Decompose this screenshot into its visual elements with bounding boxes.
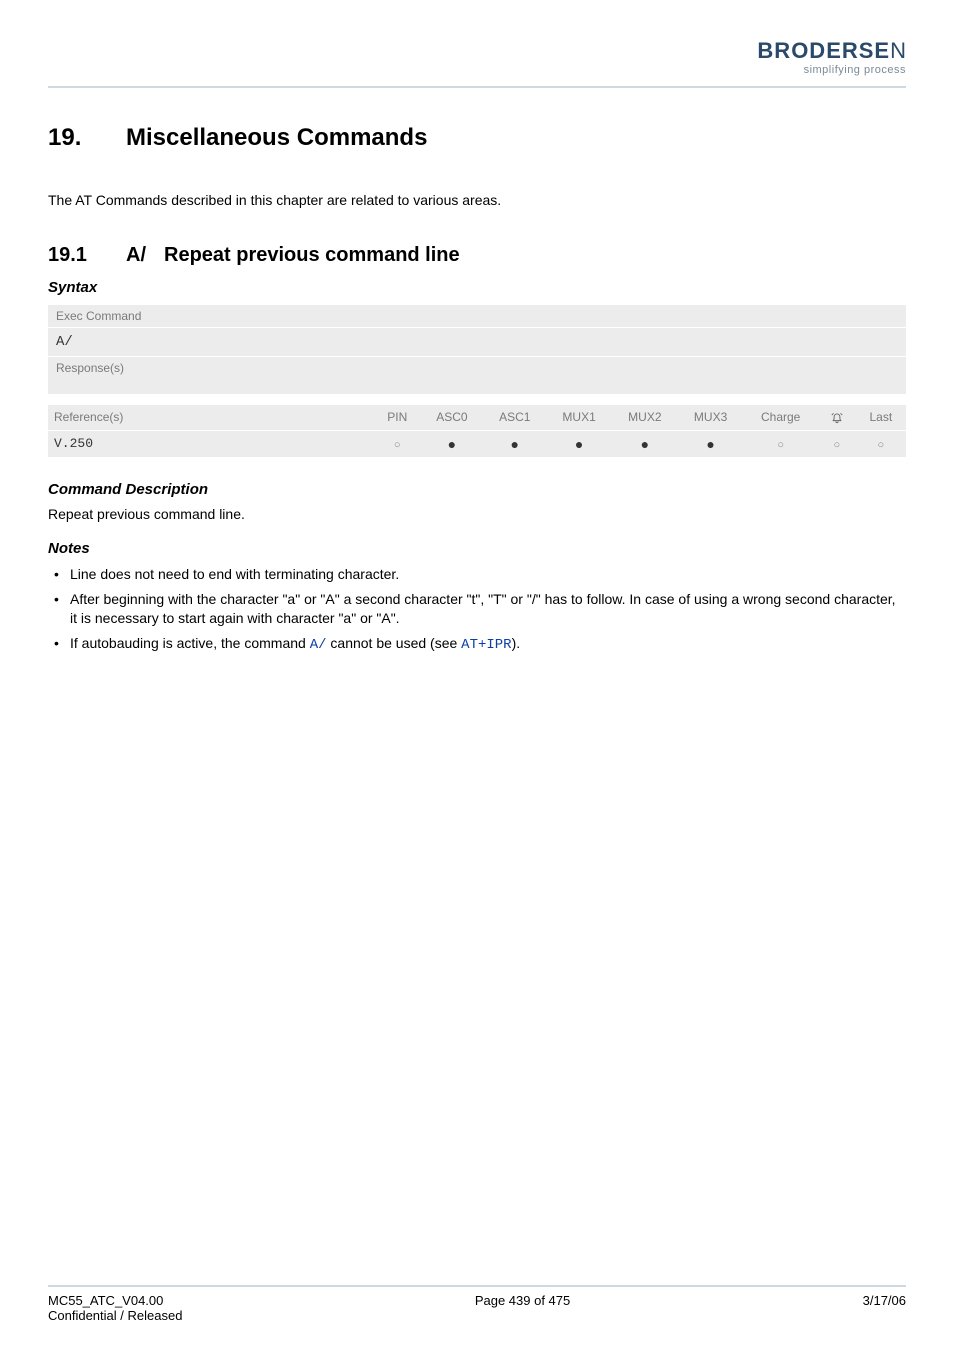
subsection-title: 19.1A/Repeat previous command line	[48, 244, 906, 267]
footer-right: 3/17/06	[863, 1293, 906, 1323]
ref-header-mux1: MUX1	[546, 405, 612, 431]
command-description-label: Command Description	[48, 481, 906, 498]
footer-doc-id: MC55_ATC_V04.00	[48, 1293, 182, 1308]
ref-value-bell: ○	[818, 430, 856, 457]
notes-list: Line does not need to end with terminati…	[48, 565, 906, 661]
ref-header-charge: Charge	[743, 405, 817, 431]
ref-value-mux3: ●	[678, 430, 744, 457]
vertical-spacer	[48, 660, 906, 1285]
list-item: After beginning with the character "a" o…	[48, 590, 906, 628]
ref-value-mux1: ●	[546, 430, 612, 457]
ref-header-mux2: MUX2	[612, 405, 678, 431]
ref-value-pin: ○	[374, 430, 420, 457]
reference-table: Reference(s) PIN ASC0 ASC1 MUX1 MUX2 MUX…	[48, 404, 906, 457]
section-title: 19.Miscellaneous Commands	[48, 124, 906, 152]
ref-header-pin: PIN	[374, 405, 420, 431]
logo: BRODERSEN simplifying process	[757, 40, 906, 76]
ref-value-mux2: ●	[612, 430, 678, 457]
circle-open-icon: ○	[777, 439, 784, 451]
ref-header-asc0: ASC0	[420, 405, 483, 431]
ref-header-bell	[818, 405, 856, 431]
notes-label: Notes	[48, 540, 906, 557]
subsection-number: 19.1	[48, 244, 126, 267]
ref-header-mux3: MUX3	[678, 405, 744, 431]
ref-header-last: Last	[856, 405, 906, 431]
ref-value-asc0: ●	[420, 430, 483, 457]
note-text: cannot be used (see	[327, 635, 462, 651]
circle-open-icon: ○	[833, 439, 840, 451]
exec-command-value: A/	[48, 327, 906, 356]
circle-filled-icon: ●	[511, 436, 519, 452]
section-number: 19.	[48, 124, 126, 152]
spacer	[48, 457, 906, 481]
link-a-slash[interactable]: A/	[310, 637, 327, 653]
footer-release: Confidential / Released	[48, 1308, 182, 1323]
circle-open-icon: ○	[877, 439, 884, 451]
intro-text: The AT Commands described in this chapte…	[48, 192, 906, 208]
circle-filled-icon: ●	[706, 436, 714, 452]
page-header: BRODERSEN simplifying process	[48, 40, 906, 80]
logo-brand-thin: N	[890, 38, 906, 63]
syntax-box: Exec Command A/ Response(s)	[48, 304, 906, 394]
response-label: Response(s)	[48, 356, 906, 394]
footer-left: MC55_ATC_V04.00 Confidential / Released	[48, 1293, 182, 1323]
ref-value-ref: V.250	[48, 430, 374, 457]
subsection-title-text: Repeat previous command line	[164, 244, 460, 266]
note-text: If autobauding is active, the command	[70, 635, 310, 651]
reference-data-row: V.250 ○ ● ● ● ● ● ○ ○ ○	[48, 430, 906, 457]
note-text: ).	[512, 635, 521, 651]
exec-command-label: Exec Command	[48, 304, 906, 327]
command-description-text: Repeat previous command line.	[48, 506, 906, 522]
circle-filled-icon: ●	[448, 436, 456, 452]
ref-value-last: ○	[856, 430, 906, 457]
ref-value-asc1: ●	[483, 430, 546, 457]
footer-rule	[48, 1285, 906, 1287]
header-rule	[48, 86, 906, 88]
logo-tagline: simplifying process	[757, 64, 906, 76]
logo-brand: BRODERSEN	[757, 40, 906, 62]
list-item: Line does not need to end with terminati…	[48, 565, 906, 584]
circle-open-icon: ○	[394, 439, 401, 451]
syntax-label: Syntax	[48, 279, 906, 296]
logo-brand-bold: BRODERSE	[757, 38, 890, 63]
note-text: After beginning with the character "a" o…	[70, 591, 896, 626]
footer-center: Page 439 of 475	[475, 1293, 570, 1323]
circle-filled-icon: ●	[641, 436, 649, 452]
note-text: Line does not need to end with terminati…	[70, 566, 399, 582]
reference-header-row: Reference(s) PIN ASC0 ASC1 MUX1 MUX2 MUX…	[48, 405, 906, 431]
circle-filled-icon: ●	[575, 436, 583, 452]
page-footer: MC55_ATC_V04.00 Confidential / Released …	[48, 1293, 906, 1323]
link-at-ipr[interactable]: AT+IPR	[461, 637, 511, 653]
section-title-text: Miscellaneous Commands	[126, 124, 427, 151]
bell-icon	[830, 410, 844, 424]
ref-header-ref: Reference(s)	[48, 405, 374, 431]
subsection-command: A/	[126, 244, 164, 267]
ref-header-asc1: ASC1	[483, 405, 546, 431]
list-item: If autobauding is active, the command A/…	[48, 634, 906, 655]
ref-value-charge: ○	[743, 430, 817, 457]
